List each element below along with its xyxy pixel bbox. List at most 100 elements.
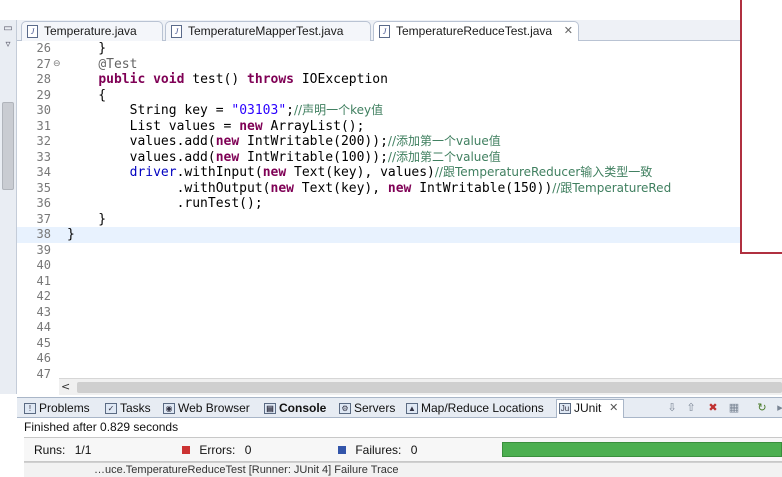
line-number: 45 [36, 335, 51, 350]
overview-panel [740, 0, 782, 254]
arrow-up-icon[interactable]: ⇧ [684, 401, 698, 415]
code-line[interactable]: 35 .withOutput(new Text(key), new IntWri… [17, 181, 782, 197]
tab-problems[interactable]: ! Problems [22, 400, 90, 417]
runs-value: 1/1 [74, 443, 92, 457]
chevron-down-icon[interactable]: ▿ [2, 39, 14, 51]
tab-label: Temperature.java [44, 24, 137, 38]
junit-progress-bar [502, 442, 782, 457]
line-number: 36 [36, 196, 51, 210]
tab-map-reduce-locations[interactable]: ▲ Map/Reduce Locations [404, 400, 544, 417]
code-line[interactable]: 39 [17, 243, 782, 259]
code-editor[interactable]: 26 } 27 ⊖ @Test 28 public void test() throw… [17, 41, 782, 378]
junit-icon: Ju [559, 403, 571, 414]
line-number: 39 [36, 242, 51, 257]
scroll-left-icon[interactable]: < [61, 379, 70, 395]
tab-web-browser[interactable]: ◉ Web Browser [161, 400, 250, 417]
problems-icon: ! [24, 403, 36, 414]
code-line[interactable]: 27 ⊖ @Test [17, 57, 782, 73]
java-file-icon: J [171, 25, 182, 38]
line-number: 34 [36, 165, 51, 179]
tasks-icon: ✓ [105, 403, 117, 414]
vertical-scrollbar-thumb[interactable] [2, 102, 14, 190]
code-line[interactable]: 31 List values = new ArrayList(); [17, 119, 782, 135]
code-line[interactable]: 43 [17, 305, 782, 321]
fold-icon[interactable]: ⊖ [53, 57, 61, 73]
tab-label: Map/Reduce Locations [421, 401, 544, 415]
code-line[interactable]: 30 String key = "03103";//声明一个key值 [17, 103, 782, 119]
junit-status-text: Finished after 0.829 seconds [24, 420, 179, 434]
tab-label: TemperatureReduceTest.java [396, 24, 553, 38]
tab-label: Tasks [120, 401, 151, 415]
failure-icon [338, 446, 346, 454]
test-tree-header: …uce.TemperatureReduceTest [Runner: JUni… [94, 464, 399, 476]
line-number: 41 [36, 273, 51, 288]
globe-icon: ◉ [163, 403, 175, 414]
code-line[interactable]: 44 [17, 320, 782, 336]
tab-temperaturemappertest-java[interactable]: J TemperatureMapperTest.java [165, 21, 371, 41]
failures-only-icon[interactable]: ✖ [706, 401, 720, 415]
line-number: 27 [36, 56, 51, 71]
code-line[interactable]: 41 [17, 274, 782, 290]
junit-counters: Runs: 1/1 Errors: 0 Failures: 0 [24, 437, 782, 462]
code-line[interactable]: 38} [17, 227, 782, 243]
close-icon[interactable]: ✕ [609, 400, 618, 417]
arrow-down-icon[interactable]: ⇩ [665, 401, 679, 415]
code-line[interactable]: 33 values.add(new IntWritable(100));//添加… [17, 150, 782, 166]
close-icon[interactable]: ✕ [564, 22, 573, 40]
tab-label: Problems [39, 401, 90, 415]
tab-servers[interactable]: ⚙ Servers [337, 400, 395, 417]
tab-tasks[interactable]: ✓ Tasks [103, 400, 151, 417]
line-number: 37 [36, 211, 51, 226]
java-file-icon: J [27, 25, 38, 38]
history-icon[interactable]: ▸ [773, 401, 782, 415]
line-number: 29 [36, 87, 51, 102]
code-line[interactable]: 32 values.add(new IntWritable(200));//添加… [17, 134, 782, 150]
code-line[interactable]: 40 [17, 258, 782, 274]
code-line[interactable]: 29 { [17, 88, 782, 104]
horizontal-scrollbar-thumb[interactable] [77, 382, 782, 393]
line-number: 30 [36, 103, 51, 117]
tab-temperaturereducetest-java[interactable]: J TemperatureReduceTest.java ✕ [373, 21, 579, 42]
tab-temperature-java[interactable]: J Temperature.java [21, 21, 163, 41]
errors-value: 0 [244, 443, 252, 457]
code-line[interactable]: 47 [17, 367, 782, 379]
junit-results-strip: …uce.TemperatureReduceTest [Runner: JUni… [24, 462, 782, 477]
code-text: { [67, 87, 107, 103]
java-file-icon: J [379, 25, 390, 38]
line-number: 43 [36, 304, 51, 319]
line-number: 46 [36, 351, 51, 365]
line-number: 47 [36, 366, 51, 379]
code-line[interactable]: 37 } [17, 212, 782, 228]
rerun-icon[interactable]: ↻ [755, 401, 769, 415]
left-side-strip: ▭ ▿ [0, 20, 17, 394]
line-number: 40 [36, 258, 51, 272]
runs-counter: Runs: 1/1 [34, 443, 91, 457]
restore-icon[interactable]: ▭ [2, 23, 14, 35]
code-line[interactable]: 34 driver.withInput(new Text(key), value… [17, 165, 782, 181]
line-number: 35 [36, 180, 51, 195]
servers-icon: ⚙ [339, 403, 351, 414]
code-line[interactable]: 45 [17, 336, 782, 352]
code-line[interactable]: 46 [17, 351, 782, 367]
runs-label: Runs: [34, 443, 66, 457]
tab-label: JUnit [574, 401, 602, 415]
line-number: 44 [36, 320, 51, 334]
line-number: 38 [36, 227, 51, 241]
tab-junit[interactable]: Ju JUnit ✕ [556, 399, 625, 418]
code-text: public void test() throws IOException [98, 72, 388, 87]
tab-label: TemperatureMapperTest.java [188, 24, 344, 38]
failures-label: Failures: [355, 443, 402, 457]
horizontal-scrollbar[interactable]: < [59, 378, 782, 395]
code-text: List values = new ArrayList(); [67, 118, 365, 134]
code-text: @Test [98, 56, 138, 72]
scroll-lock-icon[interactable]: ▦ [727, 401, 741, 415]
code-line[interactable]: 26 } [17, 41, 782, 57]
code-line[interactable]: 28 public void test() throws IOException [17, 72, 782, 88]
line-number: 31 [36, 118, 51, 133]
tab-console[interactable]: ▤ Console [262, 400, 326, 417]
code-text: values.add(new IntWritable(100));//添加第二个… [67, 149, 501, 165]
line-number: 32 [36, 134, 51, 148]
code-line[interactable]: 36 .runTest(); [17, 196, 782, 212]
code-text: values.add(new IntWritable(200));//添加第一个… [67, 134, 501, 149]
code-line[interactable]: 42 [17, 289, 782, 305]
